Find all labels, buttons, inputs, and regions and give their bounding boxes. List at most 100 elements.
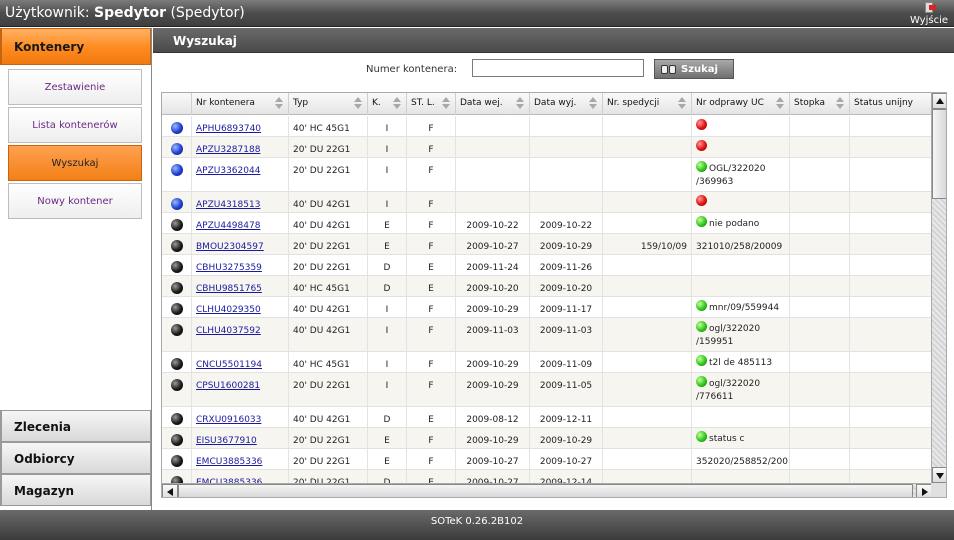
table-row[interactable]: CPSU1600281 20' DU 22G1 I F 2009-10-29 2009-1… xyxy=(162,373,932,407)
row-status-cell xyxy=(162,470,192,483)
container-number-link[interactable]: CPSU1600281 xyxy=(192,373,289,406)
sidebar-section-odbiorcy[interactable]: Odbiorcy xyxy=(0,442,151,474)
table-row[interactable]: EMCU3885336 20' DU 22G1 D E 2009-10-27 2009-1… xyxy=(162,470,932,483)
top-bar: Użytkownik: Spedytor (Spedytor) Wyjście xyxy=(0,0,954,27)
logout-label: Wyjście xyxy=(909,15,949,26)
sidebar-section-magazyn[interactable]: Magazyn xyxy=(0,474,151,506)
column-header-k[interactable]: K. xyxy=(368,93,407,115)
container-number-link[interactable]: APZU3362044 xyxy=(192,158,289,191)
user-info: Użytkownik: Spedytor (Spedytor) xyxy=(5,5,245,21)
table-row[interactable]: EISU3677910 20' DU 22G1 E F 2009-10-29 2009-1… xyxy=(162,428,932,449)
container-number-link[interactable]: CLHU4029350 xyxy=(192,297,289,317)
cell-st: F xyxy=(407,449,456,469)
sort-icon[interactable] xyxy=(442,97,451,110)
container-number-link[interactable]: CNCU5501194 xyxy=(192,352,289,372)
cell-wej: 2009-10-27 xyxy=(456,449,530,469)
cell-typ: 40' DU 42G1 xyxy=(289,213,368,233)
column-header-nr[interactable]: Nr kontenera xyxy=(192,93,289,115)
sidebar-item-wyszukaj[interactable]: Wyszukaj xyxy=(8,145,142,181)
column-header-odprawa[interactable]: Nr odprawy UC xyxy=(692,93,790,115)
sort-icon[interactable] xyxy=(275,97,284,110)
sort-icon[interactable] xyxy=(678,97,687,110)
sort-icon[interactable] xyxy=(836,97,845,110)
cell-st: F xyxy=(407,297,456,317)
container-number-link[interactable]: EMCU3885336 xyxy=(192,470,289,483)
black-status-dot-icon xyxy=(171,282,183,294)
column-header-status[interactable]: Status unijny xyxy=(850,93,932,115)
search-button[interactable]: Szukaj xyxy=(654,59,734,79)
scroll-up-button[interactable] xyxy=(932,93,946,109)
cell-k: I xyxy=(368,158,407,191)
table-row[interactable]: CRXU0916033 40' DU 42G1 D E 2009-08-12 2009-1… xyxy=(162,407,932,428)
container-number-link[interactable]: EISU3677910 xyxy=(192,428,289,448)
odprawa-line: ogl/322020 xyxy=(709,379,761,389)
container-number-link[interactable]: CBHU9851765 xyxy=(192,276,289,296)
horizontal-scroll-thumb[interactable] xyxy=(178,484,913,497)
table-row[interactable]: APZU3287188 20' DU 22G1 I F xyxy=(162,137,932,158)
container-number-link[interactable]: CRXU0916033 xyxy=(192,407,289,427)
cell-odprawa xyxy=(692,407,790,427)
container-number-link[interactable]: APHU6893740 xyxy=(192,116,289,136)
column-header-st[interactable]: ST. L. xyxy=(407,93,456,115)
cell-typ: 40' HC 45G1 xyxy=(289,276,368,296)
container-number-input[interactable] xyxy=(472,59,644,77)
container-number-link[interactable]: APZU3287188 xyxy=(192,137,289,157)
container-number-link[interactable]: APZU4498478 xyxy=(192,213,289,233)
cell-stopka xyxy=(790,373,850,406)
table-row[interactable]: CNCU5501194 40' HC 45G1 I F 2009-10-29 2009-1… xyxy=(162,352,932,373)
logout-button[interactable]: Wyjście xyxy=(906,1,952,27)
cell-st: F xyxy=(407,137,456,157)
sidebar-item-zestawienie[interactable]: Zestawienie xyxy=(8,69,142,105)
sidebar-section-kontenery[interactable]: Kontenery xyxy=(0,28,151,65)
sort-icon[interactable] xyxy=(589,97,598,110)
cell-st: F xyxy=(407,213,456,233)
table-row[interactable]: CBHU3275359 20' DU 22G1 D E 2009-11-24 2009-1… xyxy=(162,255,932,276)
sort-icon[interactable] xyxy=(776,97,785,110)
column-header-wej[interactable]: Data wej. xyxy=(456,93,530,115)
table-row[interactable]: APHU6893740 40' HC 45G1 I F xyxy=(162,116,932,137)
black-status-dot-icon xyxy=(171,261,183,273)
vertical-scrollbar[interactable] xyxy=(931,93,946,483)
scroll-left-button[interactable] xyxy=(162,484,178,497)
table-row[interactable]: CBHU9851765 40' HC 45G1 D E 2009-10-20 2009-1… xyxy=(162,276,932,297)
container-number-link[interactable]: APZU4318513 xyxy=(192,192,289,212)
cell-status-unijny xyxy=(850,158,932,191)
sort-icon[interactable] xyxy=(354,97,363,110)
row-status-cell xyxy=(162,158,192,191)
scroll-right-button[interactable] xyxy=(916,484,932,497)
sort-icon[interactable] xyxy=(393,97,402,110)
black-status-dot-icon xyxy=(171,358,183,370)
horizontal-scrollbar[interactable] xyxy=(162,483,932,497)
table-row[interactable]: APZU3362044 20' DU 22G1 I F OGL/322020/36996… xyxy=(162,158,932,192)
blue-status-dot-icon xyxy=(171,122,183,134)
column-header-sped[interactable]: Nr. spedycji xyxy=(603,93,692,115)
page-title: Wyszukaj xyxy=(153,28,954,53)
column-header-wyj[interactable]: Data wyj. xyxy=(530,93,603,115)
vertical-scroll-thumb[interactable] xyxy=(932,109,946,199)
containers-table: Nr kontenera Typ K. ST. L. Data wej. Data wyj… xyxy=(161,92,947,498)
cell-wyj xyxy=(530,192,603,212)
scroll-down-button[interactable] xyxy=(932,467,946,483)
header-blank xyxy=(162,93,192,115)
container-number-link[interactable]: CLHU4037592 xyxy=(192,318,289,351)
table-row[interactable]: CLHU4037592 40' DU 42G1 I F 2009-11-03 2009-1… xyxy=(162,318,932,352)
cell-wej xyxy=(456,192,530,212)
column-header-stopka[interactable]: Stopka xyxy=(790,93,850,115)
search-label: Numer kontenera: xyxy=(366,64,458,75)
table-row[interactable]: BMOU2304597 20' DU 22G1 E F 2009-10-27 2009-1… xyxy=(162,234,932,255)
sidebar-item-nowy-kontener[interactable]: Nowy kontener xyxy=(8,183,142,219)
container-number-link[interactable]: EMCU3885336 xyxy=(192,449,289,469)
sort-icon[interactable] xyxy=(516,97,525,110)
container-number-link[interactable]: CBHU3275359 xyxy=(192,255,289,275)
sidebar-section-zlecenia[interactable]: Zlecenia xyxy=(0,410,151,442)
container-number-link[interactable]: BMOU2304597 xyxy=(192,234,289,254)
table-row[interactable]: APZU4498478 40' DU 42G1 E F 2009-10-22 2009-1… xyxy=(162,213,932,234)
table-row[interactable]: APZU4318513 40' DU 42G1 I F xyxy=(162,192,932,213)
column-header-typ[interactable]: Typ xyxy=(289,93,368,115)
cell-typ: 40' DU 42G1 xyxy=(289,297,368,317)
table-row[interactable]: EMCU3885336 20' DU 22G1 E F 2009-10-27 2009-1… xyxy=(162,449,932,470)
column-header-label: K. xyxy=(372,98,381,108)
sidebar-item-lista-kontenerow[interactable]: Lista kontenerów xyxy=(8,107,142,143)
table-row[interactable]: CLHU4029350 40' DU 42G1 I F 2009-10-29 2009-1… xyxy=(162,297,932,318)
cell-sped xyxy=(603,276,692,296)
